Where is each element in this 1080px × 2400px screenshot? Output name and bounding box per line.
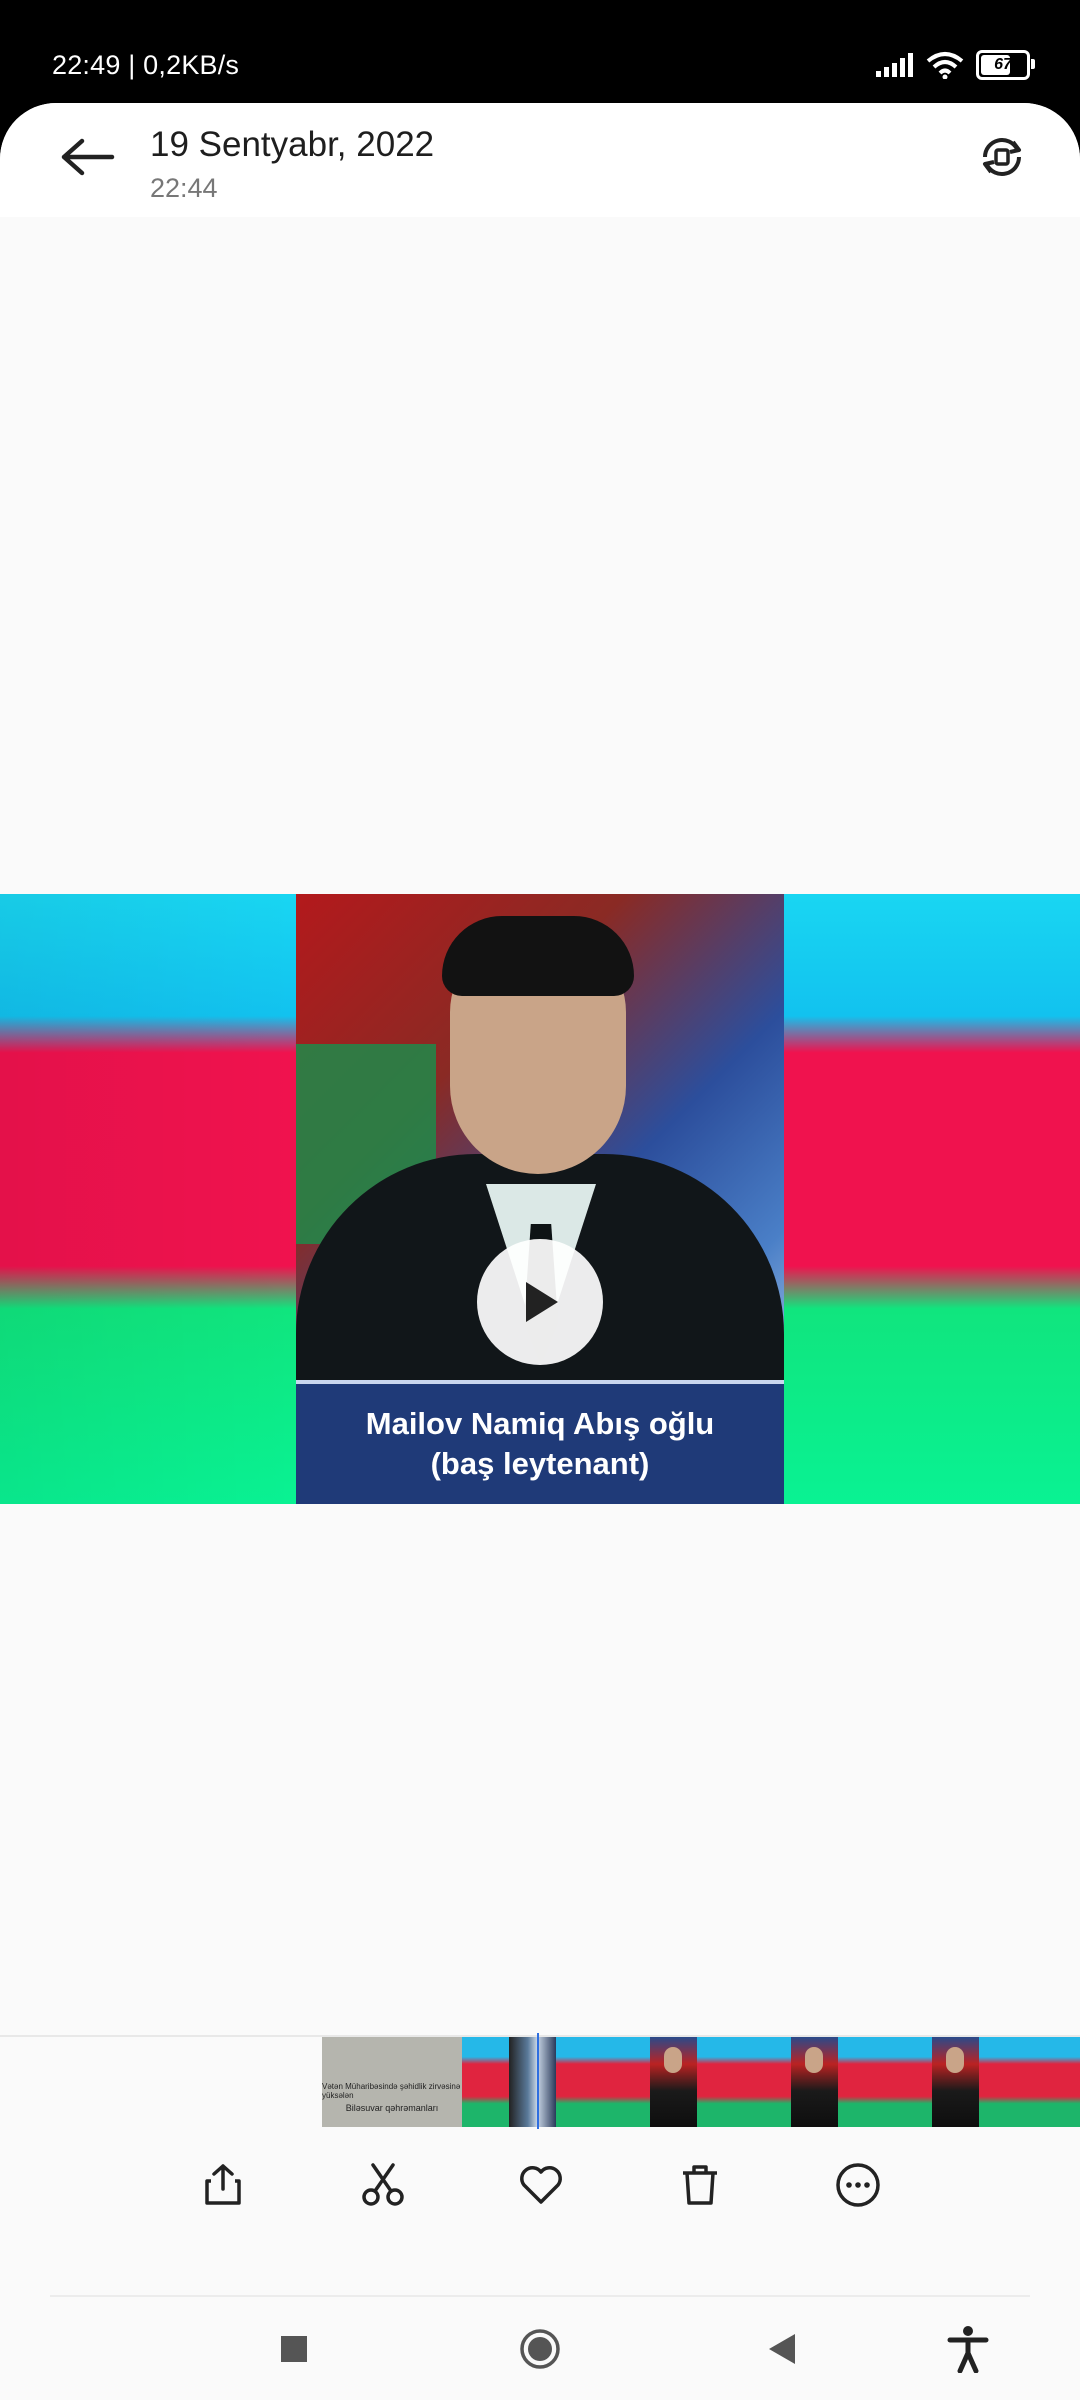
viewer-header: 19 Sentyabr, 2022 22:44 (0, 103, 1080, 217)
navbar-separator (50, 2295, 1030, 2297)
bottom-toolbar (0, 2143, 1080, 2227)
delete-button[interactable] (658, 2143, 742, 2227)
back-button[interactable] (52, 127, 124, 187)
filmstrip-thumb (697, 2037, 744, 2127)
share-button[interactable] (181, 2143, 265, 2227)
signal-icon (876, 53, 913, 77)
home-button[interactable] (498, 2307, 582, 2391)
more-icon (836, 2163, 880, 2207)
flag-shade (0, 894, 296, 1504)
caption-rank: (baş leytenant) (430, 1446, 650, 1481)
accessibility-button[interactable] (926, 2307, 1010, 2391)
media-time: 22:44 (150, 173, 218, 203)
back-icon (769, 2334, 795, 2364)
back-arrow-icon (61, 138, 115, 176)
filmstrip-thumb (509, 2037, 556, 2127)
status-time-speed: 22:49 | 0,2KB/s (52, 50, 240, 80)
status-bar: 22:49 | 0,2KB/s 67 (0, 0, 1080, 104)
filmstrip-thumb (556, 2037, 603, 2127)
caption-name: Mailov Namiq Abış oğlu (365, 1406, 715, 1441)
portrait-hair (442, 916, 634, 996)
filmstrip-thumb (650, 2037, 697, 2127)
wifi-icon (926, 52, 964, 79)
thumb-text-2: Biləsuvar qəhrəmanları (345, 2103, 439, 2113)
media-date: 19 Sentyabr, 2022 (150, 125, 435, 164)
home-icon (520, 2329, 560, 2369)
accessibility-icon (947, 2326, 989, 2373)
video-filmstrip[interactable]: Vətən Müharibəsində şəhidlik zirvəsinə y… (322, 2037, 1080, 2127)
rotate-button[interactable] (970, 125, 1034, 189)
system-navbar (0, 2307, 1080, 2391)
thumb-text-1: Vətən Müharibəsində şəhidlik zirvəsinə y… (322, 2082, 461, 2100)
back-nav-button[interactable] (740, 2307, 824, 2391)
rotate-icon (983, 138, 1021, 176)
battery-level: 67 (994, 56, 1012, 73)
more-button[interactable] (816, 2143, 900, 2227)
filmstrip-thumb (979, 2037, 1026, 2127)
filmstrip-thumb (1073, 2037, 1080, 2127)
portrait-image: Mailov Namiq Abış oğlu (baş leytenant) (296, 894, 784, 1504)
filmstrip-thumb-title: Vətən Müharibəsində şəhidlik zirvəsinə y… (322, 2037, 462, 2127)
cut-button[interactable] (341, 2143, 425, 2227)
recents-button[interactable] (252, 2307, 336, 2391)
filmstrip-thumb (1026, 2037, 1073, 2127)
filmstrip-thumb (932, 2037, 979, 2127)
recents-icon (281, 2336, 307, 2362)
media-viewer: 19 Sentyabr, 2022 22:44 Mailov Namiq Abı… (0, 103, 1080, 2400)
play-icon (526, 1282, 558, 1322)
battery-icon: 67 (976, 50, 1035, 80)
video-frame[interactable]: Mailov Namiq Abış oğlu (baş leytenant) (0, 894, 1080, 1504)
favorite-button[interactable] (499, 2143, 583, 2227)
filmstrip-playhead[interactable] (537, 2033, 539, 2129)
filmstrip-thumb (462, 2037, 509, 2127)
video-caption: Mailov Namiq Abış oğlu (baş leytenant) (296, 1380, 784, 1504)
filmstrip-thumb (603, 2037, 650, 2127)
share-icon (205, 2164, 241, 2205)
filmstrip-thumb (885, 2037, 932, 2127)
filmstrip-thumb (838, 2037, 885, 2127)
play-button[interactable] (477, 1239, 603, 1365)
cut-icon (362, 2163, 404, 2206)
status-icons: 67 (874, 50, 1035, 80)
delete-icon (683, 2165, 717, 2205)
filmstrip-thumb (791, 2037, 838, 2127)
favorite-icon (520, 2166, 562, 2204)
filmstrip-thumb (744, 2037, 791, 2127)
